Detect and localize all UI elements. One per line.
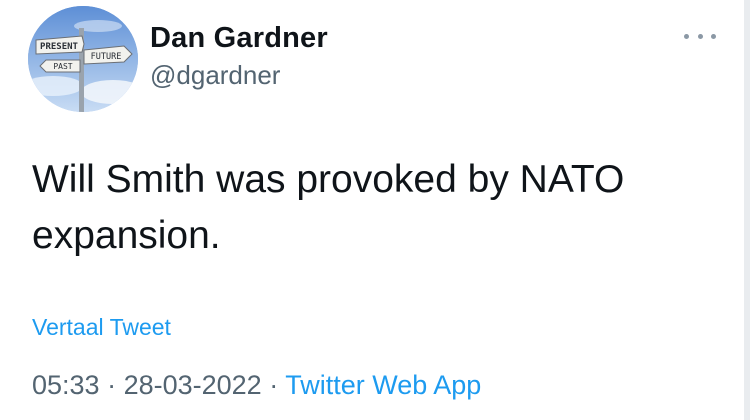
- meta-separator: ·: [261, 370, 286, 400]
- avatar[interactable]: PRESENT FUTURE PAST: [28, 6, 138, 112]
- tweet-card: PRESENT FUTURE PAST Dan Gardner @dgardne…: [0, 0, 750, 420]
- tweet-time[interactable]: 05:33: [32, 370, 100, 400]
- sign-future-label: FUTURE: [91, 52, 122, 62]
- tweet-text: Will Smith was provoked by NATO expansio…: [32, 158, 625, 257]
- more-dot: [697, 33, 703, 39]
- author-info: Dan Gardner @dgardner: [150, 20, 328, 92]
- author-display-name[interactable]: Dan Gardner: [150, 20, 328, 56]
- more-dot: [711, 33, 716, 39]
- scrollbar-track[interactable]: [744, 0, 750, 420]
- signpost-image: PRESENT FUTURE PAST: [28, 6, 138, 112]
- tweet-meta: 05:33 · 28-03-2022 · Twitter Web App: [32, 370, 481, 401]
- tweet-date[interactable]: 28-03-2022: [124, 370, 262, 400]
- translate-tweet-link[interactable]: Vertaal Tweet: [32, 314, 171, 341]
- author-handle[interactable]: @dgardner: [150, 58, 328, 92]
- more-dot: [684, 33, 689, 39]
- sign-past-label: PAST: [53, 62, 72, 71]
- tweet-source-link[interactable]: Twitter Web App: [285, 370, 481, 400]
- more-horizontal-icon[interactable]: [684, 26, 716, 46]
- sign-present-label: PRESENT: [40, 42, 79, 52]
- meta-separator: ·: [99, 370, 124, 400]
